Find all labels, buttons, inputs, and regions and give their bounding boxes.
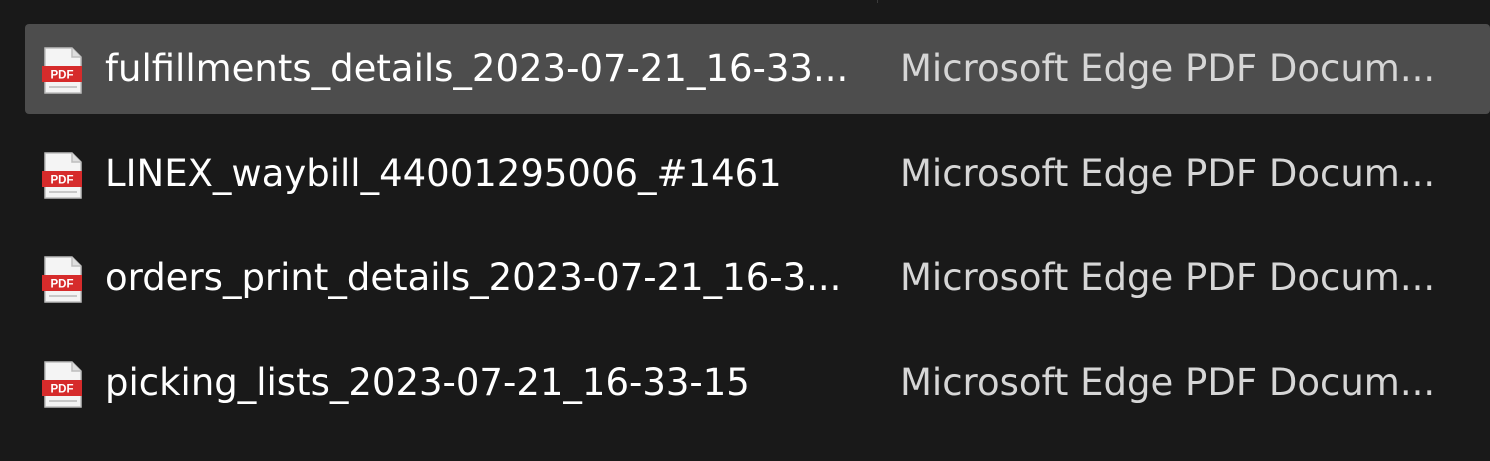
file-name: LINEX_waybill_44001295006_#1461 xyxy=(105,152,782,195)
svg-text:PDF: PDF xyxy=(51,175,74,187)
pdf-file-icon: PDF xyxy=(42,256,82,303)
pdf-file-icon: PDF xyxy=(42,47,82,94)
svg-text:PDF: PDF xyxy=(51,279,74,291)
file-row-orders-print-details[interactable]: PDF orders_print_details_2023-07-21_16-3… xyxy=(25,233,1490,323)
file-row-fulfillments-details[interactable]: PDF fulfillments_details_2023-07-21_16-3… xyxy=(25,24,1490,114)
file-name: picking_lists_2023-07-21_16-33-15 xyxy=(105,361,750,404)
file-row-linex-waybill[interactable]: PDF LINEX_waybill_44001295006_#1461 Micr… xyxy=(25,129,1490,219)
file-row-picking-lists[interactable]: PDF picking_lists_2023-07-21_16-33-15 Mi… xyxy=(25,338,1490,428)
file-name: orders_print_details_2023-07-21_16-3... xyxy=(105,256,842,299)
svg-text:PDF: PDF xyxy=(51,384,74,396)
file-name: fulfillments_details_2023-07-21_16-33... xyxy=(105,47,849,90)
file-type: Microsoft Edge PDF Docum... xyxy=(900,47,1436,90)
svg-text:PDF: PDF xyxy=(51,70,74,82)
pdf-file-icon: PDF xyxy=(42,152,82,199)
file-type: Microsoft Edge PDF Docum... xyxy=(900,152,1436,195)
file-type: Microsoft Edge PDF Docum... xyxy=(900,256,1436,299)
file-type: Microsoft Edge PDF Docum... xyxy=(900,361,1436,404)
column-divider[interactable] xyxy=(877,0,878,3)
pdf-file-icon: PDF xyxy=(42,361,82,408)
file-list: PDF fulfillments_details_2023-07-21_16-3… xyxy=(0,0,1490,461)
